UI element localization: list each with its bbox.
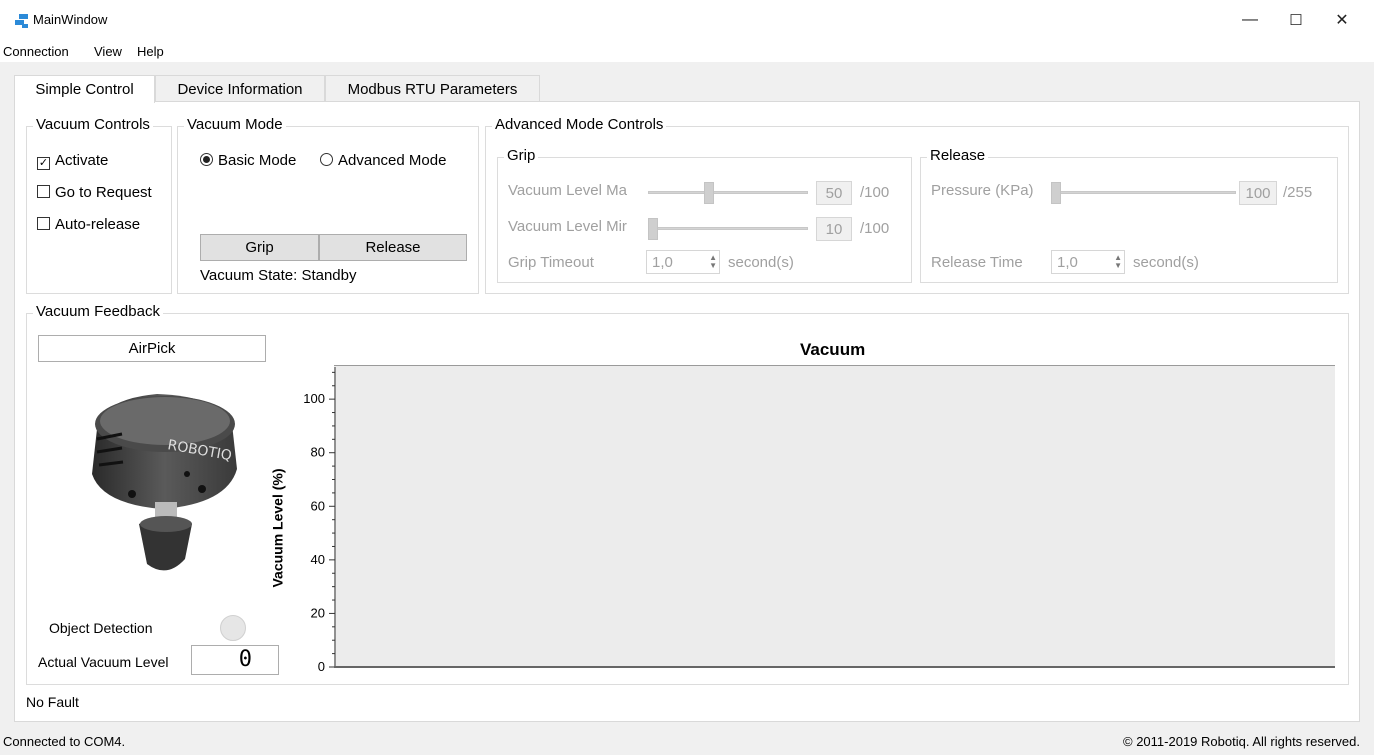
y-tick-label: 100: [303, 391, 325, 406]
connection-status: Connected to COM4.: [3, 734, 126, 749]
grip-button[interactable]: Grip: [200, 234, 319, 261]
grip-timeout-unit: second(s): [728, 254, 794, 271]
basic-mode-radio-icon: [200, 153, 213, 166]
vacuum-state-text: Vacuum State: Standby: [200, 267, 357, 284]
vacuum-controls-group: Vacuum Controls ✓ Activate Go to Request …: [26, 116, 172, 294]
y-tick-label: 0: [318, 659, 325, 674]
pressure-slider-handle[interactable]: [1051, 182, 1061, 204]
auto-release-check-icon: [37, 217, 50, 230]
grip-timeout-spinbox[interactable]: 1,0 ▲ ▼: [646, 250, 720, 274]
y-tick-label: 60: [311, 498, 325, 513]
fault-status: No Fault: [26, 694, 79, 710]
activate-check-icon: ✓: [37, 157, 50, 170]
maximize-button[interactable]: ☐: [1273, 5, 1319, 35]
release-time-unit: second(s): [1133, 254, 1199, 271]
auto-release-checkbox[interactable]: Auto-release: [37, 216, 140, 233]
status-bar: Connected to COM4. © 2011-2019 Robotiq. …: [0, 726, 1374, 755]
vacuum-level-max-value: 50: [816, 181, 852, 205]
grip-group: Grip Vacuum Level Ma 50 /100 Vacuum Leve…: [497, 147, 912, 283]
advanced-mode-label: Advanced Mode: [338, 152, 447, 169]
release-time-label: Release Time: [931, 254, 1023, 271]
actual-vacuum-level-label: Actual Vacuum Level: [38, 654, 169, 670]
vacuum-level-max-of: /100: [860, 184, 890, 201]
y-tick-label: 20: [311, 605, 325, 620]
vacuum-level-max-label: Vacuum Level Ma: [508, 182, 627, 199]
basic-mode-radio[interactable]: Basic Mode: [200, 152, 296, 169]
object-detection-label: Object Detection: [49, 620, 153, 636]
release-time-spinbox[interactable]: 1,0 ▲ ▼: [1051, 250, 1125, 274]
title-bar: MainWindow — ☐ ✕: [0, 0, 1374, 40]
tab-simple-control[interactable]: Simple Control: [14, 75, 155, 103]
pressure-label: Pressure (KPa): [931, 182, 1034, 199]
chart-plot-area: [334, 365, 1335, 667]
spin-arrows-icon[interactable]: ▲ ▼: [1114, 254, 1122, 270]
pressure-slider-track[interactable]: [1051, 191, 1236, 194]
advanced-mode-title: Advanced Mode Controls: [492, 116, 667, 133]
grip-timeout-label: Grip Timeout: [508, 254, 594, 271]
grip-timeout-value: 1,0: [652, 254, 673, 271]
advanced-mode-radio[interactable]: Advanced Mode: [320, 152, 446, 169]
chart-y-axis: 0 20 40 60 80 100: [303, 367, 336, 674]
vacuum-level-min-value: 10: [816, 217, 852, 241]
release-time-value: 1,0: [1057, 254, 1078, 271]
activate-label: Activate: [55, 152, 109, 169]
pressure-value: 100: [1239, 181, 1277, 205]
spin-arrows-icon[interactable]: ▲ ▼: [709, 254, 717, 270]
vacuum-level-max-slider-track[interactable]: [648, 191, 808, 194]
vacuum-level-min-slider-handle[interactable]: [648, 218, 658, 240]
vacuum-mode-group: Vacuum Mode Basic Mode Advanced Mode Gri…: [177, 116, 479, 294]
release-button[interactable]: Release: [319, 234, 467, 261]
vacuum-level-min-of: /100: [860, 220, 890, 237]
y-tick-label: 80: [311, 445, 325, 460]
auto-release-label: Auto-release: [55, 216, 141, 233]
tab-modbus-rtu-parameters[interactable]: Modbus RTU Parameters: [325, 75, 540, 102]
release-group-title: Release: [927, 147, 989, 164]
grip-group-title: Grip: [504, 147, 539, 164]
minimize-button[interactable]: —: [1227, 5, 1273, 35]
release-group: Release Pressure (KPa) 100 /255 Release …: [920, 147, 1338, 283]
close-button[interactable]: ✕: [1319, 5, 1365, 35]
tab-device-information[interactable]: Device Information: [155, 75, 325, 102]
y-tick-label: 40: [311, 552, 325, 567]
advanced-mode-group: Advanced Mode Controls Grip Vacuum Level…: [485, 116, 1349, 294]
actual-vacuum-level-display: 0: [191, 645, 279, 675]
advanced-mode-radio-icon: [320, 153, 333, 166]
vacuum-feedback-title: Vacuum Feedback: [33, 303, 163, 320]
window-title: MainWindow: [33, 12, 108, 27]
object-detection-indicator: [220, 615, 246, 641]
basic-mode-label: Basic Mode: [218, 152, 297, 169]
menu-help[interactable]: Help: [137, 44, 164, 59]
airpick-gripper-image: ROBOTIQ: [92, 394, 237, 571]
go-to-request-label: Go to Request: [55, 184, 152, 201]
menu-connection[interactable]: Connection: [3, 44, 69, 59]
go-to-request-checkbox[interactable]: Go to Request: [37, 184, 152, 201]
menu-view[interactable]: View: [94, 44, 122, 59]
go-to-request-check-icon: [37, 185, 50, 198]
vacuum-level-max-slider-handle[interactable]: [704, 182, 714, 204]
pressure-of: /255: [1283, 184, 1313, 201]
menu-bar: Connection View Help: [0, 40, 1374, 62]
vacuum-level-min-label: Vacuum Level Mir: [508, 218, 627, 235]
vacuum-mode-title: Vacuum Mode: [184, 116, 286, 133]
vacuum-controls-title: Vacuum Controls: [33, 116, 153, 133]
device-name-box: AirPick: [38, 335, 266, 362]
app-icon: [15, 14, 28, 28]
copyright-text: © 2011-2019 Robotiq. All rights reserved…: [1123, 734, 1360, 749]
chart-title: Vacuum: [800, 340, 866, 359]
activate-checkbox[interactable]: ✓ Activate: [37, 152, 108, 170]
chart-baseline: [334, 666, 1335, 668]
vacuum-level-min-slider-track[interactable]: [648, 227, 808, 230]
